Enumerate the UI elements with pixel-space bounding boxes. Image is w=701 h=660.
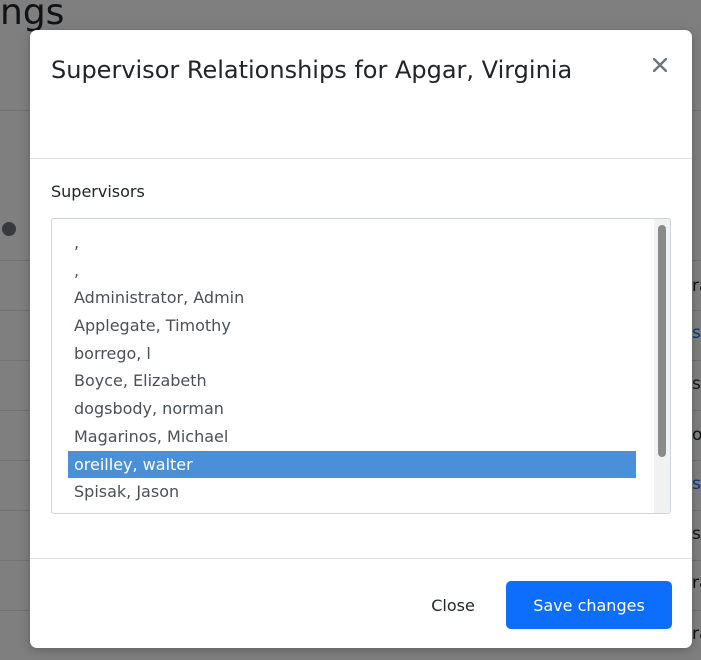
supervisor-option[interactable]: , [68, 229, 636, 257]
supervisor-modal: Supervisor Relationships for Apgar, Virg… [30, 30, 692, 648]
supervisors-option-list: , , Administrator, Admin Applegate, Timo… [68, 229, 636, 513]
modal-title: Supervisor Relationships for Apgar, Virg… [51, 56, 573, 84]
modal-body: Supervisors , , Administrator, Admin App… [30, 159, 692, 559]
close-icon[interactable] [645, 50, 675, 80]
supervisor-option[interactable]: Administrator, Admin [68, 284, 636, 312]
supervisor-option-selected[interactable]: oreilley, walter [68, 450, 636, 479]
modal-header: Supervisor Relationships for Apgar, Virg… [30, 30, 692, 159]
supervisor-option[interactable]: Applegate, Timothy [68, 312, 636, 340]
supervisor-option[interactable]: Boyce, Elizabeth [68, 367, 636, 395]
close-button[interactable]: Close [410, 581, 496, 629]
supervisor-option[interactable]: Magarinos, Michael [68, 423, 636, 451]
supervisor-option[interactable]: borrego, l [68, 340, 636, 368]
supervisor-option[interactable]: Spisak, Jason [68, 478, 636, 506]
supervisor-option[interactable]: , [68, 257, 636, 285]
supervisor-option[interactable]: torkel, ... [68, 506, 636, 513]
modal-footer: Close Save changes [30, 558, 692, 649]
supervisors-label: Supervisors [51, 182, 145, 201]
list-scrollbar-thumb[interactable] [658, 225, 666, 457]
list-scrollbar[interactable] [654, 219, 670, 513]
supervisors-multiselect[interactable]: , , Administrator, Admin Applegate, Timo… [51, 218, 671, 514]
supervisor-option[interactable]: dogsbody, norman [68, 395, 636, 423]
save-changes-button[interactable]: Save changes [506, 581, 672, 629]
